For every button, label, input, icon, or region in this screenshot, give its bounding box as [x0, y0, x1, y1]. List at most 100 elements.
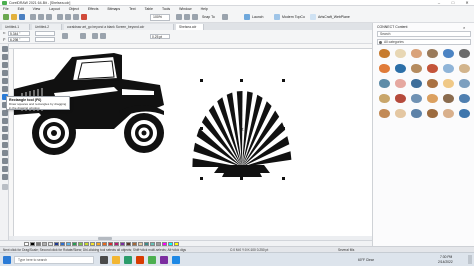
content-asset-thumbnail[interactable]: [457, 47, 472, 61]
height-field[interactable]: [35, 37, 55, 42]
width-field[interactable]: [35, 31, 55, 36]
transparency-tool-icon[interactable]: [1, 150, 8, 156]
docker-search-input[interactable]: Search: [377, 31, 471, 37]
y-label: y:: [3, 37, 6, 41]
content-asset-thumbnail[interactable]: [377, 62, 392, 76]
welcome-icon[interactable]: [274, 14, 280, 20]
content-asset-thumbnail[interactable]: [393, 47, 408, 61]
content-asset-thumbnail[interactable]: [441, 107, 456, 121]
crop-tool-icon[interactable]: [1, 62, 8, 68]
show-grid-icon[interactable]: [192, 14, 198, 20]
publish-pdf-icon[interactable]: [81, 14, 87, 20]
content-asset-thumbnail[interactable]: [377, 107, 392, 121]
mail-icon[interactable]: [172, 256, 180, 264]
taskbar-search-input[interactable]: Type here to search: [14, 256, 94, 264]
content-asset-thumbnail[interactable]: [409, 77, 424, 91]
content-asset-thumbnail[interactable]: [457, 62, 472, 76]
undo-icon[interactable]: [38, 14, 44, 20]
rotate-icon[interactable]: [80, 33, 86, 39]
zoom-level-combo[interactable]: 100%: [150, 14, 170, 21]
content-asset-thumbnail[interactable]: [425, 107, 440, 121]
shape-tool-icon[interactable]: [1, 54, 8, 60]
browser-icon[interactable]: [124, 256, 132, 264]
export-icon[interactable]: [73, 14, 79, 20]
drawing-canvas[interactable]: ×: [14, 49, 372, 236]
freehand-tool-icon[interactable]: [1, 78, 8, 84]
content-asset-thumbnail[interactable]: [441, 62, 456, 76]
content-asset-thumbnail[interactable]: [409, 107, 424, 121]
content-asset-thumbnail[interactable]: [425, 47, 440, 61]
launch-icon[interactable]: [244, 14, 250, 20]
y-position-field[interactable]: 6.298 ": [8, 37, 30, 42]
workspace-dropdown[interactable]: Modern TopCo: [282, 15, 305, 19]
toolbox: [0, 44, 9, 244]
mirror-vertical-icon[interactable]: [100, 33, 106, 39]
coreldraw-taskbar-icon[interactable]: [148, 256, 156, 264]
add-tool-icon[interactable]: [1, 184, 8, 190]
artistic-media-tool-icon[interactable]: [1, 86, 8, 92]
content-asset-thumbnail[interactable]: [393, 92, 408, 106]
content-asset-thumbnail[interactable]: [441, 77, 456, 91]
content-asset-thumbnail[interactable]: [425, 92, 440, 106]
content-asset-thumbnail[interactable]: [409, 62, 424, 76]
notification-icon[interactable]: [468, 255, 472, 264]
content-asset-thumbnail[interactable]: [377, 92, 392, 106]
clock-date[interactable]: 2/14/2022: [438, 260, 453, 264]
content-asset-thumbnail[interactable]: [409, 47, 424, 61]
content-asset-thumbnail[interactable]: [393, 107, 408, 121]
redo-icon[interactable]: [46, 14, 52, 20]
smart-fill-tool-icon[interactable]: [1, 174, 8, 180]
settings-icon[interactable]: [222, 14, 228, 20]
eyedropper-tool-icon[interactable]: [1, 158, 8, 164]
file-explorer-icon[interactable]: [112, 256, 120, 264]
docker-title: CONNECT Content: [377, 25, 408, 29]
import-icon[interactable]: [65, 14, 71, 20]
asset-grid: [377, 47, 473, 247]
scallop-shell-artwork[interactable]: ×: [190, 73, 294, 183]
full-screen-icon[interactable]: [176, 14, 182, 20]
text-tool-icon[interactable]: [1, 118, 8, 124]
docker-category-dropdown[interactable]: All categories: [377, 39, 471, 45]
content-asset-thumbnail[interactable]: [409, 92, 424, 106]
open-folder-icon[interactable]: [11, 14, 17, 20]
office-icon[interactable]: [136, 256, 144, 264]
content-asset-thumbnail[interactable]: [457, 77, 472, 91]
polygon-tool-icon[interactable]: [1, 110, 8, 116]
content-asset-thumbnail[interactable]: [441, 92, 456, 106]
media-icon[interactable]: [160, 256, 168, 264]
mirror-horizontal-icon[interactable]: [92, 33, 98, 39]
content-asset-thumbnail[interactable]: [425, 77, 440, 91]
drop-shadow-tool-icon[interactable]: [1, 142, 8, 148]
task-view-icon[interactable]: [100, 256, 108, 264]
content-asset-thumbnail[interactable]: [425, 62, 440, 76]
content-asset-thumbnail[interactable]: [441, 47, 456, 61]
snap-to-dropdown[interactable]: Snap To: [202, 15, 215, 19]
search-content-icon[interactable]: [57, 14, 63, 20]
connector-tool-icon[interactable]: [1, 134, 8, 140]
content-asset-thumbnail[interactable]: [377, 77, 392, 91]
show-rulers-icon[interactable]: [184, 14, 190, 20]
account-label[interactable]: ArtsCraft_WebPlane: [318, 15, 350, 19]
zoom-tool-icon[interactable]: [1, 70, 8, 76]
start-button-icon[interactable]: [3, 256, 11, 264]
print-icon[interactable]: [30, 14, 36, 20]
clock-time[interactable]: 7:30 PM: [440, 255, 452, 259]
account-icon[interactable]: [310, 14, 316, 20]
property-bar: x: 5.344 " y: 6.298 " 0.25 pt: [0, 30, 372, 44]
docker-close-icon[interactable]: ×: [463, 25, 465, 30]
weather-label[interactable]: 60°F Clear: [358, 258, 374, 262]
outline-width-field[interactable]: 0.25 pt: [150, 34, 170, 39]
launch-dropdown[interactable]: Launch: [252, 15, 263, 19]
content-asset-thumbnail[interactable]: [393, 77, 408, 91]
x-position-field[interactable]: 5.344 ": [8, 31, 30, 36]
content-asset-thumbnail[interactable]: [393, 62, 408, 76]
pick-tool-icon[interactable]: [1, 46, 8, 52]
new-document-icon[interactable]: [3, 14, 9, 20]
content-asset-thumbnail[interactable]: [457, 92, 472, 106]
save-icon[interactable]: [19, 14, 25, 20]
lock-ratio-icon[interactable]: [62, 33, 68, 39]
interactive-fill-tool-icon[interactable]: [1, 166, 8, 172]
parallel-dimension-tool-icon[interactable]: [1, 126, 8, 132]
content-asset-thumbnail[interactable]: [457, 107, 472, 121]
content-asset-thumbnail[interactable]: [377, 47, 392, 61]
